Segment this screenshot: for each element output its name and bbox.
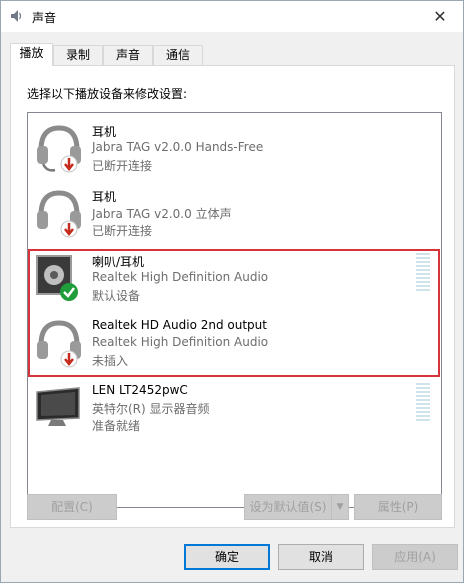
dialog-footer: 确定 取消 应用(A)	[1, 534, 463, 582]
device-description: Jabra TAG v2.0.0 Hands-Free	[92, 140, 264, 154]
device-status: 未插入	[92, 354, 129, 368]
device-name: 耳机	[92, 190, 117, 204]
close-icon: ✕	[433, 7, 447, 26]
device-status: 准备就绪	[92, 419, 141, 433]
device-item[interactable]: 耳机 Jabra TAG v2.0.0 Hands-Free 已断开连接	[28, 117, 441, 179]
monitor-icon	[36, 387, 80, 426]
instruction-text: 选择以下播放设备来修改设置:	[27, 87, 188, 101]
tab-recording[interactable]: 录制	[53, 45, 103, 65]
tab-sounds[interactable]: 声音	[103, 45, 153, 65]
properties-button[interactable]: 属性(P)	[354, 494, 442, 520]
tab-communications[interactable]: 通信	[153, 45, 203, 65]
device-description: 英特尔(R) 显示器音频	[92, 402, 210, 416]
device-description: Realtek High Definition Audio	[92, 335, 269, 349]
apply-button[interactable]: 应用(A)	[372, 544, 458, 570]
device-item[interactable]: 耳机 Jabra TAG v2.0.0 立体声 已断开连接	[28, 182, 441, 244]
chevron-down-icon: ▼	[336, 502, 344, 512]
device-item[interactable]: Realtek HD Audio 2nd output Realtek High…	[28, 312, 441, 374]
volume-meter	[416, 383, 430, 421]
speaker-app-icon	[11, 10, 22, 22]
headphones-disconnected-icon	[37, 190, 81, 238]
device-status: 默认设备	[92, 289, 141, 303]
cancel-button[interactable]: 取消	[278, 544, 364, 570]
device-name: 喇叭/耳机	[92, 255, 145, 269]
headphones-unplugged-icon	[37, 320, 81, 368]
close-button[interactable]: ✕	[417, 1, 463, 32]
tab-playback[interactable]: 播放	[10, 43, 53, 66]
configure-button[interactable]: 配置(C)	[27, 494, 117, 520]
device-item[interactable]: 喇叭/耳机 Realtek High Definition Audio 默认设备	[28, 247, 441, 309]
device-list[interactable]: 耳机 Jabra TAG v2.0.0 Hands-Free 已断开连接 耳机 …	[27, 112, 442, 508]
volume-meter	[416, 253, 430, 291]
headset-disconnected-icon	[37, 125, 81, 173]
device-status: 已断开连接	[92, 224, 153, 238]
window-title: 声音	[32, 11, 57, 25]
device-description: Realtek High Definition Audio	[92, 270, 269, 284]
set-default-button[interactable]: 设为默认值(S)	[244, 494, 332, 520]
sound-dialog: 声音 ✕ 播放 录制 声音 通信 选择以下播放设备来修改设置: 耳机 Jabra…	[0, 0, 464, 583]
device-name: Realtek HD Audio 2nd output	[92, 318, 267, 332]
set-default-dropdown[interactable]: ▼	[331, 494, 349, 520]
device-item[interactable]: LEN LT2452pwC 英特尔(R) 显示器音频 准备就绪	[28, 377, 441, 439]
ok-button[interactable]: 确定	[184, 544, 270, 570]
device-description: Jabra TAG v2.0.0 立体声	[92, 207, 232, 221]
device-status: 已断开连接	[92, 159, 153, 173]
speaker-default-icon	[36, 255, 78, 301]
title-bar: 声音 ✕	[1, 1, 463, 32]
device-name: 耳机	[92, 125, 117, 139]
playback-panel: 选择以下播放设备来修改设置: 耳机 Jabra TAG v2.0.0 Hands…	[10, 65, 455, 528]
device-name: LEN LT2452pwC	[92, 383, 188, 397]
